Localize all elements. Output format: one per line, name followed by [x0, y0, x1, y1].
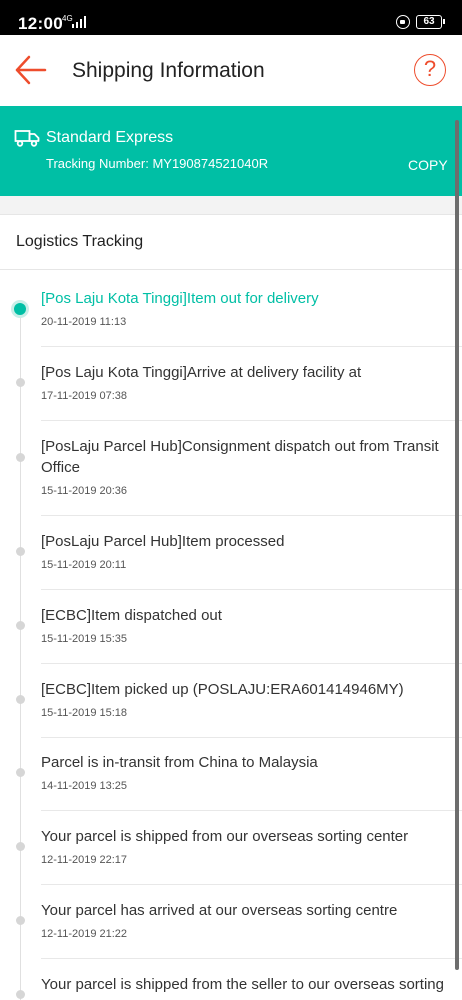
signal-icon	[72, 16, 86, 28]
divider	[41, 737, 462, 738]
back-button[interactable]	[12, 53, 50, 87]
section-gap	[0, 196, 462, 215]
event-time: 15-11-2019 20:36	[41, 485, 128, 497]
truck-icon	[14, 130, 40, 147]
divider	[41, 515, 462, 516]
status-bar: 12:00 4G 63	[0, 0, 462, 35]
timeline-dot	[16, 621, 25, 630]
event-description: Your parcel has arrived at our overseas …	[41, 902, 398, 919]
event-description: [ECBC]Item dispatched out	[41, 607, 222, 624]
status-time: 12:00	[18, 14, 63, 33]
divider	[41, 589, 462, 590]
event-description: [PosLaju Parcel Hub]Consignment dispatch…	[41, 438, 439, 476]
timeline-dot	[16, 916, 25, 925]
copy-button[interactable]: COPY	[408, 157, 448, 173]
event-time: 17-11-2019 07:38	[41, 390, 128, 402]
event-time: 15-11-2019 20:11	[41, 559, 127, 571]
event-time: 12-11-2019 21:22	[41, 928, 128, 940]
event-time: 12-11-2019 22:17	[41, 854, 128, 866]
scrollbar[interactable]	[455, 120, 459, 970]
timeline-dot-active	[14, 303, 26, 315]
timeline-dot	[16, 453, 25, 462]
divider	[0, 269, 462, 270]
divider	[41, 663, 462, 664]
section-title: Logistics Tracking	[16, 233, 144, 250]
timeline-dot	[16, 378, 25, 387]
event-description: Parcel is in-transit from China to Malay…	[41, 754, 318, 771]
timeline-dot	[16, 547, 25, 556]
event-description: Your parcel is shipped from our overseas…	[41, 828, 409, 845]
timeline-dot	[16, 768, 25, 777]
shipping-banner: Standard Express Tracking Number: MY1908…	[0, 106, 462, 196]
event-description: [ECBC]Item picked up (POSLAJU:ERA6014149…	[41, 681, 404, 698]
lock-icon	[396, 15, 410, 29]
divider	[41, 884, 462, 885]
event-description: [Pos Laju Kota Tinggi]Item out for deliv…	[41, 290, 319, 307]
timeline-dot	[16, 842, 25, 851]
event-description: Your parcel is shipped from the seller t…	[41, 976, 444, 993]
page-title: Shipping Information	[72, 59, 265, 82]
divider	[41, 810, 462, 811]
event-time: 15-11-2019 15:18	[41, 707, 128, 719]
battery-indicator: 63	[416, 15, 445, 29]
timeline-line	[20, 310, 21, 1000]
app-header: Shipping Information ?	[0, 35, 462, 106]
divider	[41, 346, 462, 347]
help-button[interactable]: ?	[414, 54, 446, 86]
event-description: [PosLaju Parcel Hub]Item processed	[41, 533, 285, 550]
tracking-number: Tracking Number: MY190874521040R	[46, 156, 269, 171]
event-time: 14-11-2019 13:25	[41, 780, 128, 792]
question-icon: ?	[423, 56, 437, 81]
divider	[41, 420, 462, 421]
event-description: [Pos Laju Kota Tinggi]Arrive at delivery…	[41, 364, 362, 381]
timeline-dot	[16, 990, 25, 999]
event-time: 15-11-2019 15:35	[41, 633, 128, 645]
shipping-carrier: Standard Express	[46, 129, 174, 146]
divider	[41, 958, 462, 959]
arrow-left-icon	[15, 55, 47, 85]
timeline-dot	[16, 695, 25, 704]
event-time: 20-11-2019 11:13	[41, 316, 127, 328]
